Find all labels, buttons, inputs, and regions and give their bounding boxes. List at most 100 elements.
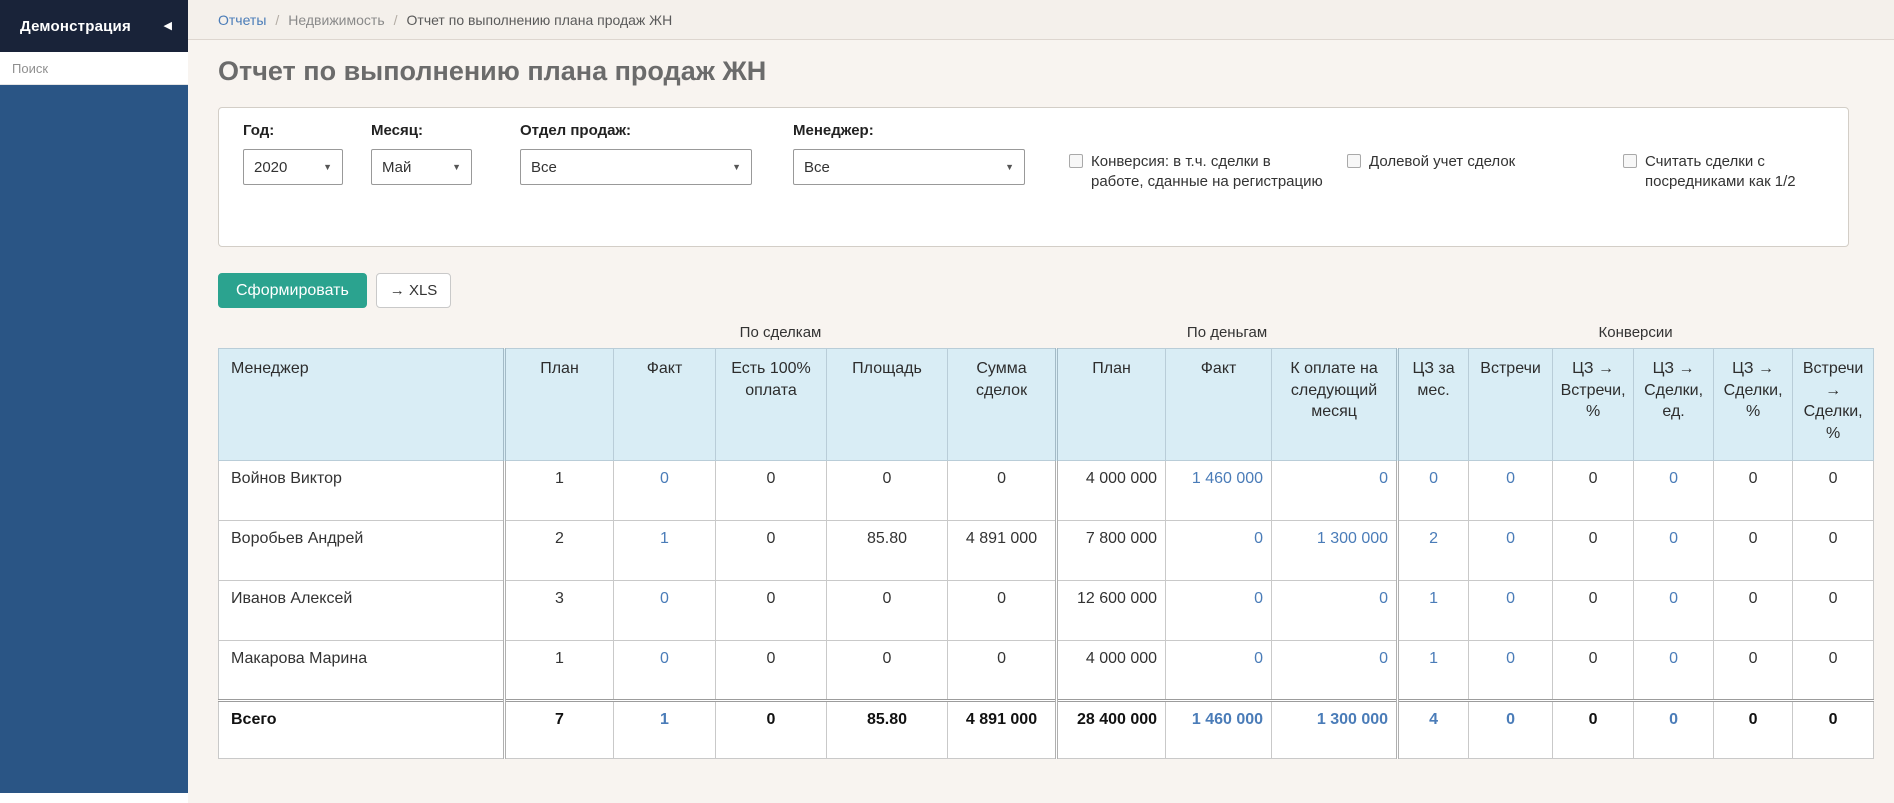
department-select[interactable]: Все ▼ [520, 149, 752, 185]
sidebar-collapse-icon[interactable]: ◀ [164, 21, 172, 32]
table-cell[interactable]: 0 [1634, 581, 1714, 641]
chevron-down-icon: ▼ [732, 162, 741, 172]
table-value-link[interactable]: 0 [1429, 470, 1438, 487]
breadcrumb-separator: / [275, 12, 279, 28]
breadcrumb-item-current: Отчет по выполнению плана продаж ЖН [407, 12, 673, 28]
manager-name-cell: Войнов Виктор [219, 461, 505, 521]
generate-button[interactable]: Сформировать [218, 273, 367, 308]
table-cell[interactable]: 1 460 000 [1166, 701, 1272, 759]
table-cell[interactable]: 0 [1469, 581, 1553, 641]
table-cell[interactable]: 1 [1398, 581, 1469, 641]
table-cell[interactable]: 0 [1166, 581, 1272, 641]
table-cell[interactable]: 0 [1166, 641, 1272, 701]
table-cell[interactable]: 1 460 000 [1166, 461, 1272, 521]
table-value-link[interactable]: 0 [1669, 590, 1678, 607]
table-value-link[interactable]: 0 [1506, 470, 1515, 487]
table-cell[interactable]: 0 [1272, 461, 1398, 521]
checkbox-shared-accounting[interactable]: Долевой учет сделок [1347, 152, 1562, 172]
column-header: Факт [614, 349, 716, 461]
table-cell: 0 [1793, 701, 1874, 759]
table-value-link[interactable]: 0 [660, 650, 669, 667]
table-cell: 1 [505, 461, 614, 521]
table-value-link[interactable]: 0 [1506, 711, 1515, 728]
table-value-link[interactable]: 0 [1379, 650, 1388, 667]
table-cell[interactable]: 4 [1398, 701, 1469, 759]
table-value-link[interactable]: 1 [660, 711, 669, 728]
table-value-link[interactable]: 1 [1429, 590, 1438, 607]
breadcrumb-item-realestate[interactable]: Недвижимость [288, 12, 384, 28]
table-value-link[interactable]: 0 [660, 590, 669, 607]
table-value-link[interactable]: 0 [1506, 650, 1515, 667]
table-value-link[interactable]: 0 [660, 470, 669, 487]
table-cell[interactable]: 0 [614, 461, 716, 521]
table-value-link[interactable]: 2 [1429, 530, 1438, 547]
filter-month: Месяц: Май ▼ [371, 122, 472, 185]
table-value-link[interactable]: 0 [1669, 650, 1678, 667]
table-cell: 4 000 000 [1057, 461, 1166, 521]
table-cell[interactable]: 0 [1398, 461, 1469, 521]
table-cell: 3 [505, 581, 614, 641]
table-cell[interactable]: 0 [1469, 641, 1553, 701]
table-cell[interactable]: 0 [1166, 521, 1272, 581]
table-value-link[interactable]: 0 [1254, 650, 1263, 667]
table-value-link[interactable]: 0 [1669, 711, 1678, 728]
checkbox-box[interactable] [1623, 154, 1637, 168]
table-cell[interactable]: 1 300 000 [1272, 701, 1398, 759]
table-value-link[interactable]: 0 [1506, 530, 1515, 547]
table-value-link[interactable]: 0 [1669, 470, 1678, 487]
search-input[interactable] [12, 61, 188, 76]
table-value-link[interactable]: 1 300 000 [1317, 530, 1388, 547]
action-bar: Сформировать → XLS [218, 273, 1894, 308]
table-cell[interactable]: 0 [1634, 521, 1714, 581]
table-value-link[interactable]: 0 [1379, 590, 1388, 607]
table-cell: 2 [505, 521, 614, 581]
table-cell[interactable]: 0 [614, 581, 716, 641]
table-value-link[interactable]: 1 460 000 [1192, 470, 1263, 487]
table-cell[interactable]: 1 [614, 701, 716, 759]
table-cell[interactable]: 0 [1272, 641, 1398, 701]
table-cell[interactable]: 0 [1469, 521, 1553, 581]
month-select[interactable]: Май ▼ [371, 149, 472, 185]
table-cell[interactable]: 0 [1272, 581, 1398, 641]
table-cell: 0 [948, 641, 1057, 701]
manager-select[interactable]: Все ▼ [793, 149, 1025, 185]
column-header: ЦЗ → Встречи, % [1553, 349, 1634, 461]
table-cell[interactable]: 0 [614, 641, 716, 701]
table-value-link[interactable]: 1 [1429, 650, 1438, 667]
table-value-link[interactable]: 0 [1379, 470, 1388, 487]
breadcrumb-item-reports[interactable]: Отчеты [218, 12, 266, 28]
manager-name-cell: Воробьев Андрей [219, 521, 505, 581]
table-cell[interactable]: 2 [1398, 521, 1469, 581]
table-value-link[interactable]: 4 [1429, 711, 1438, 728]
year-select[interactable]: 2020 ▼ [243, 149, 343, 185]
sidebar-header: Демонстрация ◀ [0, 0, 188, 52]
table-cell[interactable]: 0 [1469, 461, 1553, 521]
table-value-link[interactable]: 0 [1254, 530, 1263, 547]
table-cell[interactable]: 0 [1469, 701, 1553, 759]
table-cell: 0 [1714, 461, 1793, 521]
table-group-label: По сделкам [505, 324, 1057, 349]
table-value-link[interactable]: 1 460 000 [1192, 711, 1263, 728]
checkbox-box[interactable] [1069, 154, 1083, 168]
table-value-link[interactable]: 0 [1506, 590, 1515, 607]
table-value-link[interactable]: 1 [660, 530, 669, 547]
table-cell: 0 [1714, 581, 1793, 641]
checkbox-box[interactable] [1347, 154, 1361, 168]
checkbox-conversion[interactable]: Конверсия: в т.ч. сделки в работе, сданн… [1069, 152, 1327, 193]
sidebar-search [0, 52, 188, 85]
table-value-link[interactable]: 0 [1254, 590, 1263, 607]
table-value-link[interactable]: 1 300 000 [1317, 711, 1388, 728]
export-xls-button[interactable]: → XLS [376, 273, 452, 308]
table-cell[interactable]: 0 [1634, 461, 1714, 521]
table-cell: 0 [827, 581, 948, 641]
column-header: Встречи → Сделки, % [1793, 349, 1874, 461]
table-cell[interactable]: 1 [1398, 641, 1469, 701]
table-cell[interactable]: 1 [614, 521, 716, 581]
column-header: ЦЗ за мес. [1398, 349, 1469, 461]
table-value-link[interactable]: 0 [1669, 530, 1678, 547]
table-cell[interactable]: 0 [1634, 701, 1714, 759]
checkbox-intermediary-half[interactable]: Считать сделки с посредниками как 1/2 [1623, 152, 1835, 193]
table-cell[interactable]: 0 [1634, 641, 1714, 701]
manager-select-value: Все [804, 159, 830, 176]
table-cell[interactable]: 1 300 000 [1272, 521, 1398, 581]
